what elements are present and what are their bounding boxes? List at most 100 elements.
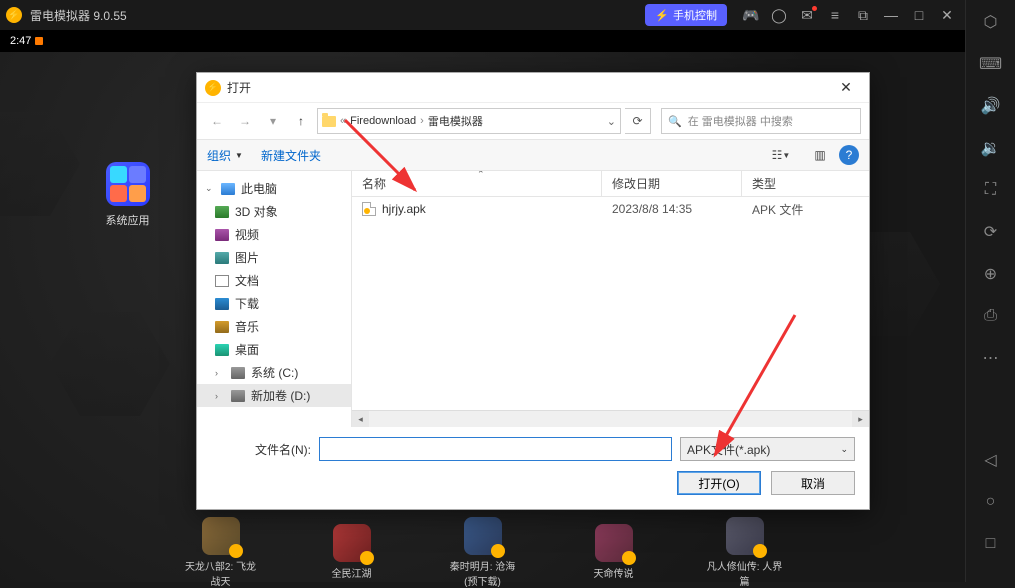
dock-item-5[interactable]: 凡人修仙传: 人界篇 [704,517,785,588]
gamepad-icon[interactable]: 🎮 [737,1,765,29]
dialog-logo-icon: ⚡ [205,80,221,96]
organize-button[interactable]: 组织 ▼ [207,147,243,164]
cancel-button[interactable]: 取消 [771,471,855,495]
dock-item-label: 天命传说 [573,565,654,580]
minimize-icon[interactable]: — [877,1,905,29]
phone-control-label: 手机控制 [673,7,717,23]
file-date: 2023/8/8 14:35 [602,202,742,216]
phone-control-button[interactable]: ⚡ 手机控制 [645,4,727,26]
file-open-dialog: ⚡ 打开 ✕ ← → ▾ ↑ « Firedownload › 雷电模拟器 ⌄ … [196,72,870,510]
emulator-titlebar: ⚡ 雷电模拟器 9.0.55 ⚡手机控制 🎮 ◯ ✉ ≡ ⧉ — □ ✕ ≪ [0,0,1015,30]
apk-file-icon [362,202,376,216]
preview-pane-button[interactable]: ▥ [807,144,833,166]
dock-item-4[interactable]: 天命传说 [573,524,654,580]
dialog-footer: 文件名(N): APK文件(*.apk)⌄ 打开(O) 取消 [197,427,869,509]
right-sidebar: ⬡ ⌨ 🔊 🔉 ⛶ ⟳ ⊕ ⎙ ⋯ ◁ ○ □ [965,0,1015,582]
bolt-icon: ⚡ [655,9,669,22]
multi-window-icon[interactable]: ⧉ [849,1,877,29]
nav-back-button[interactable]: ← [205,109,229,133]
volume-down-icon[interactable]: 🔉 [975,134,1007,162]
dock-item-2[interactable]: 全民江湖 [311,524,392,580]
file-name: hjrjy.apk [382,202,426,216]
dock-item-1[interactable]: 天龙八部2: 飞龙战天 [180,517,261,588]
tree-downloads[interactable]: 下载 [197,292,351,315]
tree-this-pc[interactable]: ⌄此电脑 [197,177,351,200]
file-list[interactable]: hjrjy.apk 2023/8/8 14:35 APK 文件 [352,197,869,410]
breadcrumb-seg1[interactable]: Firedownload [350,115,416,127]
dock-item-label: 凡人修仙传: 人界篇 [704,558,785,588]
tree-3d-objects[interactable]: 3D 对象 [197,200,351,223]
filetype-select[interactable]: APK文件(*.apk)⌄ [680,437,855,461]
dialog-close-button[interactable]: ✕ [831,79,861,96]
screenshot-icon[interactable]: ⎙ [975,302,1007,330]
file-row[interactable]: hjrjy.apk 2023/8/8 14:35 APK 文件 [352,197,869,221]
install-icon[interactable]: ⊕ [975,260,1007,288]
dialog-toolbar: 组织 ▼ 新建文件夹 ☷ ▼ ▥ ? [197,139,869,171]
tree-drive-d[interactable]: ›新加卷 (D:) [197,384,351,407]
folder-icon [322,116,336,127]
system-app-icon[interactable]: 系统应用 [100,162,155,228]
dialog-nav-bar: ← → ▾ ↑ « Firedownload › 雷电模拟器 ⌄ ⟳ 🔍 在 雷… [197,103,869,139]
close-app-icon[interactable]: ✕ [933,1,961,29]
file-list-header: ⌃ 名称 修改日期 类型 [352,171,869,197]
file-list-area: ⌃ 名称 修改日期 类型 hjrjy.apk 2023/8/8 14:35 AP… [352,171,869,427]
new-folder-button[interactable]: 新建文件夹 [261,147,321,164]
emulator-title: 雷电模拟器 9.0.55 [30,7,127,24]
dock-item-label: 天龙八部2: 飞龙战天 [180,558,261,588]
dialog-titlebar: ⚡ 打开 ✕ [197,73,869,103]
search-placeholder: 在 雷电模拟器 中搜索 [688,113,793,129]
nav-up-button[interactable]: ↑ [289,109,313,133]
scroll-left-icon[interactable]: ◂ [352,411,369,428]
column-date[interactable]: 修改日期 [602,171,742,196]
home-nav-icon[interactable]: ○ [975,488,1007,516]
menu-icon[interactable]: ≡ [821,1,849,29]
address-dropdown-icon[interactable]: ⌄ [607,115,616,128]
sort-indicator-icon: ⌃ [477,171,485,180]
tree-pictures[interactable]: 图片 [197,246,351,269]
mail-icon[interactable]: ✉ [793,1,821,29]
recent-nav-icon[interactable]: □ [975,530,1007,558]
user-icon[interactable]: ◯ [765,1,793,29]
tree-music[interactable]: 音乐 [197,315,351,338]
dock-item-label: 全民江湖 [311,565,392,580]
breadcrumb-sep: « [340,115,346,127]
dock-item-3[interactable]: 秦时明月: 沧海 (预下载) [442,517,523,588]
file-type: APK 文件 [742,201,869,218]
refresh-icon[interactable]: ⟳ [975,218,1007,246]
address-bar[interactable]: « Firedownload › 雷电模拟器 ⌄ [317,108,621,134]
keyboard-icon[interactable]: ⌨ [975,50,1007,78]
search-input[interactable]: 🔍 在 雷电模拟器 中搜索 [661,108,861,134]
location-icon[interactable]: ⬡ [975,8,1007,36]
nav-forward-button[interactable]: → [233,109,257,133]
dialog-title: 打开 [227,79,251,96]
tree-desktop[interactable]: 桌面 [197,338,351,361]
filename-input[interactable] [319,437,672,461]
fullscreen-icon[interactable]: ⛶ [975,176,1007,204]
filename-label: 文件名(N): [211,441,311,458]
breadcrumb-seg2[interactable]: 雷电模拟器 [428,113,483,129]
volume-up-icon[interactable]: 🔊 [975,92,1007,120]
android-status-bar: 2:47 ▾ ◢ ▮ [0,30,1015,52]
tree-documents[interactable]: 文档 [197,269,351,292]
scroll-right-icon[interactable]: ▸ [852,411,869,428]
more-icon[interactable]: ⋯ [975,344,1007,372]
search-icon: 🔍 [668,115,682,128]
column-type[interactable]: 类型 [742,171,869,196]
back-nav-icon[interactable]: ◁ [975,446,1007,474]
status-time: 2:47 [10,35,31,47]
open-button[interactable]: 打开(O) [677,471,761,495]
emulator-logo-icon: ⚡ [6,7,22,23]
tree-drive-c[interactable]: ›系统 (C:) [197,361,351,384]
dock: 天龙八部2: 飞龙战天 全民江湖 秦时明月: 沧海 (预下载) 天命传说 凡人修… [0,522,965,582]
refresh-button[interactable]: ⟳ [625,108,651,134]
horizontal-scrollbar[interactable]: ◂ ▸ [352,410,869,427]
tree-videos[interactable]: 视频 [197,223,351,246]
nav-recent-dropdown[interactable]: ▾ [261,109,285,133]
folder-tree: ⌄此电脑 3D 对象 视频 图片 文档 下载 音乐 桌面 ›系统 (C:) ›新… [197,171,352,427]
maximize-icon[interactable]: □ [905,1,933,29]
view-mode-button[interactable]: ☷ ▼ [761,144,801,166]
system-app-label: 系统应用 [100,212,155,228]
dock-item-label: 秦时明月: 沧海 (预下载) [442,558,523,588]
help-button[interactable]: ? [839,145,859,165]
status-indicator-icon [35,37,43,45]
